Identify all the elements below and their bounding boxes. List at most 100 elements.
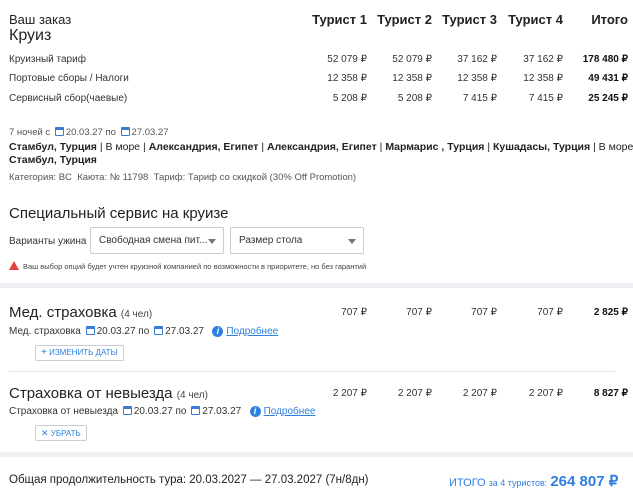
medical-item: Мед. страховка 20.03.27 по 27.03.27 i Под… (9, 326, 278, 337)
tourist-4-header: Турист 4 (508, 12, 563, 27)
tour-duration: Общая продолжительность тура: 20.03.2027… (9, 474, 369, 486)
medical-more-link[interactable]: Подробнее (226, 326, 278, 337)
total-header: Итого (591, 12, 628, 27)
date-from: 20.03.27 (96, 326, 136, 337)
date-to: 27.03.27 (202, 406, 242, 417)
row-total: 25 245 ₽ (588, 93, 628, 104)
grand-total-label: ИТОГО (449, 477, 486, 489)
cell: 37 162 ₽ (457, 54, 497, 65)
divider (9, 371, 615, 372)
route-line-1: Стамбул, Турция | В море | Александрия, … (9, 141, 633, 153)
cell: 52 079 ₽ (327, 54, 367, 65)
calendar-icon (120, 127, 130, 136)
tariff-label: Тариф: (153, 172, 186, 183)
order-subheading: Круиз (9, 27, 52, 44)
route-line-2: Стамбул, Турция (9, 154, 97, 166)
section-divider (0, 283, 633, 288)
route-sep: | (258, 141, 268, 153)
dinner-select[interactable]: Свободная смена пит... (90, 227, 224, 254)
grand-total: ИТОГО за 4 туристов: 264 807 ₽ (449, 472, 618, 490)
table-size-select[interactable]: Размер стола (230, 227, 364, 254)
by-label: по (175, 406, 187, 417)
cell: 12 358 ₽ (392, 73, 432, 84)
change-dates-button[interactable]: + ИЗМЕНИТЬ ДАТЫ (35, 345, 124, 361)
cell: 7 415 ₽ (528, 93, 563, 104)
dinner-label: Варианты ужина (9, 236, 87, 247)
row-total: 178 480 ₽ (582, 54, 628, 65)
special-service-title: Специальный сервис на круизе (9, 205, 229, 222)
medical-count: (4 чел) (120, 309, 153, 320)
cabin-label: Каюта: (77, 172, 108, 183)
cancel-title: Страховка от невыезда (4 чел) (9, 385, 208, 402)
plus-icon: + (41, 347, 47, 358)
cell: 2 207 ₽ (397, 388, 432, 399)
change-dates-label: ИЗМЕНИТЬ ДАТЫ (49, 348, 118, 357)
grand-total-for: за 4 туристов: (488, 478, 548, 488)
tourist-2-header: Турист 2 (377, 12, 432, 27)
calendar-icon (191, 406, 201, 415)
date-to: 27.03.27 (165, 326, 204, 337)
route-sep: | (484, 141, 493, 153)
nights-label: 7 ночей с (9, 127, 51, 138)
warning-text: Ваш выбор опций будет учтен круизной ком… (23, 262, 367, 271)
cell: 5 208 ₽ (397, 93, 432, 104)
cell: 2 207 ₽ (528, 388, 563, 399)
close-icon: ✕ (41, 428, 49, 438)
route-sep: | В море | (96, 141, 149, 153)
cancel-item: Страховка от невыезда 20.03.27 по 27.03.… (9, 406, 315, 417)
cruise-dates: 7 ночей с 20.03.27 по 27.03.27 (9, 127, 169, 138)
port: Стамбул, Турция (9, 141, 97, 153)
cell: 707 ₽ (537, 307, 563, 318)
calendar-icon (122, 406, 132, 415)
cell: 37 162 ₽ (523, 54, 563, 65)
cancel-count: (4 чел) (176, 390, 208, 401)
medical-item-label: Мед. страховка (9, 326, 81, 337)
row-label-port-fees: Портовые сборы / Налоги (9, 73, 129, 84)
info-icon: i (212, 326, 224, 337)
medical-total: 2 825 ₽ (593, 307, 628, 318)
cancel-total: 8 827 ₽ (593, 388, 628, 399)
date-to: 27.03.27 (131, 127, 169, 138)
medical-title: Мед. страховка (4 чел) (9, 304, 152, 321)
tariff-value: Тариф со скидкой (30% Off Promotion) (187, 172, 357, 183)
tourist-3-header: Турист 3 (442, 12, 497, 27)
dinner-select-value: Свободная смена пит... (99, 235, 208, 246)
calendar-icon (85, 326, 95, 335)
info-icon: i (249, 406, 261, 417)
row-label-cruise-fare: Круизный тариф (9, 54, 86, 65)
warning-icon (9, 261, 19, 270)
by-label: по (138, 326, 150, 337)
cell: 707 ₽ (341, 307, 367, 318)
row-label-service-fee: Сервисный сбор(чаевые) (9, 93, 128, 104)
remove-button[interactable]: ✕ УБРАТЬ (35, 425, 87, 441)
chevron-down-icon (208, 239, 216, 244)
date-from: 20.03.27 (65, 127, 103, 138)
calendar-icon (154, 326, 164, 335)
chevron-down-icon (348, 239, 356, 244)
calendar-icon (54, 127, 64, 136)
tourist-1-header: Турист 1 (312, 12, 367, 27)
port: Александрия, Египет (267, 141, 377, 153)
category-value: BC (58, 172, 72, 183)
cell: 12 358 ₽ (327, 73, 367, 84)
row-total: 49 431 ₽ (588, 73, 628, 84)
cell: 707 ₽ (471, 307, 497, 318)
cancel-more-link[interactable]: Подробнее (264, 406, 316, 417)
by-label: по (105, 127, 116, 138)
cell: 2 207 ₽ (462, 388, 497, 399)
section-divider (0, 452, 633, 457)
cancel-title-text: Страховка от невыезда (9, 385, 173, 402)
port: Мармарис , Турция (385, 141, 485, 153)
cell: 5 208 ₽ (332, 93, 367, 104)
remove-label: УБРАТЬ (50, 429, 81, 438)
grand-total-value: 264 807 ₽ (550, 473, 619, 490)
cabin-value: № 11798 (109, 172, 149, 183)
cell: 12 358 ₽ (457, 73, 497, 84)
port: Кушадасы, Турция (492, 141, 591, 153)
cancel-item-label: Страховка от невыезда (9, 406, 119, 417)
medical-title-text: Мед. страховка (9, 304, 117, 321)
cabin-info: Категория: BC Каюта: № 11798 Тариф: Тари… (9, 172, 356, 183)
cell: 2 207 ₽ (332, 388, 367, 399)
table-size-select-value: Размер стола (239, 235, 303, 246)
cell: 7 415 ₽ (462, 93, 497, 104)
